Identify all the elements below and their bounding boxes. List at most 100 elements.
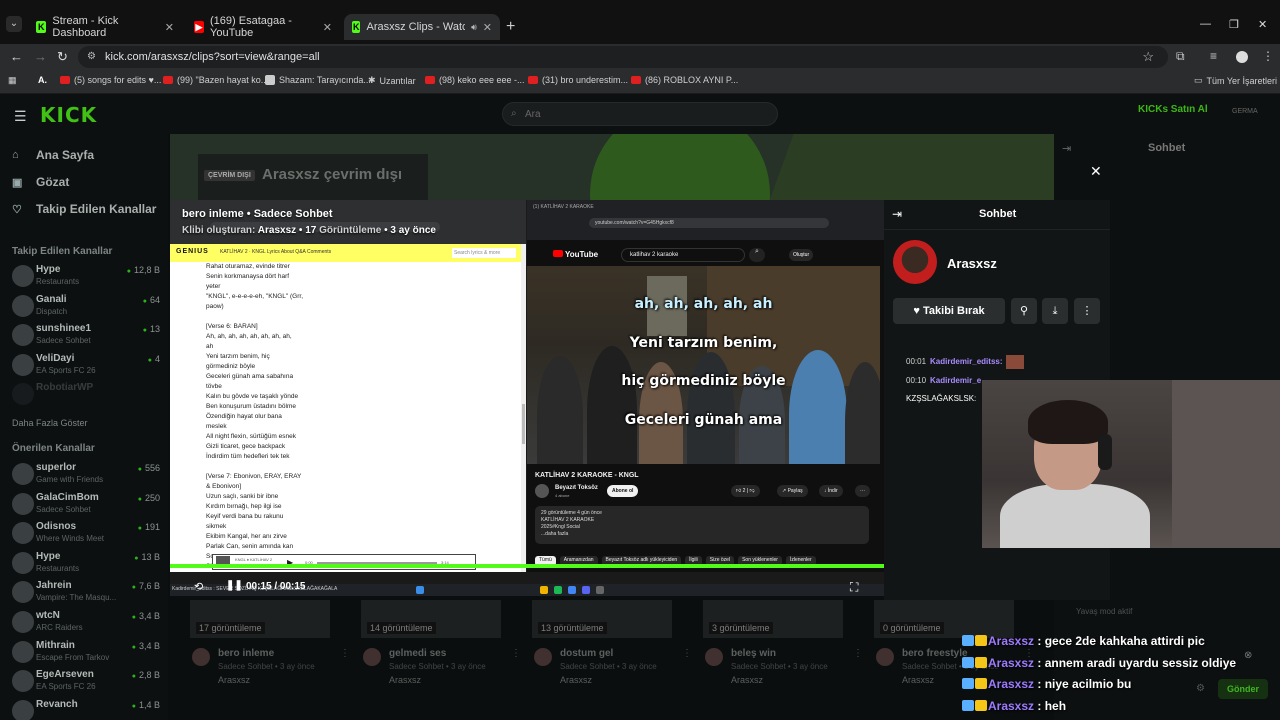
new-tab-button[interactable]: +	[506, 18, 515, 36]
clip-title[interactable]: bero freestyle	[902, 648, 968, 659]
bookmark-star-icon[interactable]: ☆	[1142, 49, 1154, 65]
close-icon[interactable]: ✕	[323, 21, 332, 34]
chat-message: 00:10 Kadirdemir_e	[906, 376, 981, 385]
kicks-buy-button[interactable]: KICKs Satın Al	[1138, 104, 1208, 115]
back-icon[interactable]: ←	[10, 49, 23, 64]
speaker-icon[interactable]: 🔊︎	[471, 22, 477, 33]
show-more-link[interactable]: Daha Fazla Göster	[12, 418, 88, 428]
tab-arasxsz-clips[interactable]: K Arasxsz Clips - Watch Live o 🔊︎ ✕	[344, 14, 500, 40]
sidebar-channel[interactable]: superlor Game with Friends 556	[12, 460, 162, 488]
avatar[interactable]	[705, 648, 723, 666]
address-bar[interactable]: ⚙ kick.com/arasxsz/clips?sort=view&range…	[78, 46, 1168, 68]
collapse-chat-icon[interactable]: ⇥	[1062, 142, 1071, 155]
sidebar-channel[interactable]: Hype Restaurants 12,8 B	[12, 262, 162, 290]
viewer-count: 13	[143, 324, 160, 334]
apps-grid-icon[interactable]: ▦	[8, 75, 17, 86]
yt-channel-row: Beyazıt Toksöz 4 abone Abone ol 👍︎ 2 | 👎…	[535, 484, 880, 500]
minimize-icon[interactable]: —	[1200, 18, 1211, 30]
sidebar-channel[interactable]: JahreinVampire: The Masqu... 7,6 B	[12, 578, 162, 606]
reload-icon[interactable]: ↻	[57, 49, 68, 65]
all-bookmarks[interactable]: ▭ Tüm Yer İşaretleri	[1194, 75, 1277, 86]
profile-avatar[interactable]	[1236, 51, 1248, 63]
bookmark-item[interactable]: (31) bro underestim...	[528, 75, 628, 85]
bookmark-item[interactable]: (5) songs for edits ♥...	[60, 75, 161, 85]
clip-card[interactable]: 14 görüntüleme gelmedi ses Sadece Sohbet •…	[341, 600, 521, 720]
replay-icon[interactable]: ⟲	[194, 580, 203, 593]
menu-kebab-icon[interactable]: ⋮	[1262, 49, 1274, 63]
sidebar-channel[interactable]: Revanch 1,4 B	[12, 697, 162, 720]
sidebar-channel[interactable]: HypeRestaurants 13 B	[12, 549, 162, 577]
yt-description: 29 görüntüleme 4 gün önce KATLİHAV 2 KAR…	[535, 506, 869, 544]
message-user[interactable]: Arasxsz	[988, 677, 1034, 691]
channel-name[interactable]: Arasxsz	[947, 256, 997, 271]
search-input[interactable]: ⌕ Ara	[502, 102, 778, 126]
bookmark-item[interactable]: (98) keko eee eee -...	[425, 75, 525, 85]
window-close-icon[interactable]: ✕	[1258, 18, 1267, 31]
avatar[interactable]	[363, 648, 381, 666]
restore-icon[interactable]: ❐	[1229, 18, 1239, 31]
site-info-icon[interactable]: ⚙	[87, 51, 96, 62]
extensions-icon[interactable]: ⧉	[1176, 49, 1185, 64]
clip-card[interactable]: 17 görüntüleme bero inleme Sadece Sohbet •…	[170, 600, 350, 720]
tab-search-icon[interactable]: ⌄	[6, 16, 22, 32]
sidebar-channel[interactable]: VeliDayiEA Sports FC 26 4	[12, 351, 162, 379]
sidebar-channel[interactable]: EgeArsevenEA Sports FC 26 2,8 B	[12, 667, 162, 695]
clip-owner[interactable]: Arasxsz	[560, 675, 592, 685]
sidebar-channel[interactable]: MithrainEscape From Tarkov 3,4 B	[12, 638, 162, 666]
clip-title[interactable]: beleş win	[731, 648, 776, 659]
bookmark-a[interactable]: A.	[38, 75, 47, 85]
message-user[interactable]: Kadirdemir_editss:	[930, 357, 1002, 366]
verified-badge-icon	[962, 656, 974, 668]
avatar[interactable]	[192, 648, 210, 666]
viewer-count: 191	[138, 522, 160, 532]
kick-logo[interactable]: KICK	[40, 103, 97, 127]
avatar[interactable]	[893, 240, 937, 284]
media-controls-icon[interactable]: ≡	[1210, 49, 1217, 63]
sidebar-channel[interactable]: OdisnosWhere Winds Meet 191	[12, 519, 162, 547]
avatar[interactable]	[534, 648, 552, 666]
unfollow-button[interactable]: ♥ Takibi Bırak	[893, 298, 1005, 324]
clip-owner[interactable]: Arasxsz	[389, 675, 421, 685]
bookmark-item[interactable]: ✱ Uzantılar	[368, 75, 416, 86]
forward-icon[interactable]: →	[34, 49, 47, 64]
share-icon[interactable]: ⚲	[1011, 298, 1037, 324]
clip-owner[interactable]: Arasxsz	[731, 675, 763, 685]
sidebar-channel[interactable]: GalaCimBomSadece Sohbet 250	[12, 490, 162, 518]
close-icon[interactable]: ✕	[165, 21, 174, 34]
clip-title[interactable]: bero inleme	[218, 648, 274, 659]
clip-title[interactable]: dostum gel	[560, 648, 613, 659]
sidebar-channel[interactable]: sunshinee1Sadece Sohbet 13	[12, 321, 162, 349]
kicks-extra[interactable]: GERMA	[1232, 108, 1258, 115]
message-user[interactable]: Arasxsz	[988, 699, 1034, 713]
pause-icon[interactable]: ❚❚	[226, 580, 243, 591]
close-icon[interactable]: ✕	[1090, 163, 1102, 180]
tab-kick-dashboard[interactable]: K Stream - Kick Dashboard ✕	[28, 14, 182, 40]
clip-video-player[interactable]: GENIUS KATLİHAV 2 · KNGL Lyrics About Q&…	[170, 200, 884, 596]
bookmark-item[interactable]: Shazam: Tarayıcında...	[265, 75, 371, 85]
more-icon[interactable]: ⋮	[1074, 298, 1100, 324]
close-icon[interactable]: ✕	[483, 21, 492, 34]
nav-following[interactable]: ♡ Takip Edilen Kanallar	[12, 202, 156, 216]
fullscreen-icon[interactable]: ⛶	[850, 580, 858, 595]
message-user[interactable]: Arasxsz	[988, 656, 1034, 670]
creator-name[interactable]: Arasxsz	[258, 225, 296, 236]
nav-browse[interactable]: ▣ Gözat	[12, 175, 69, 189]
nav-home[interactable]: ⌂ Ana Sayfa	[12, 148, 94, 162]
sidebar-channel[interactable]: RobotiarWP	[12, 380, 162, 408]
message-user[interactable]: Kadirdemir_e	[930, 376, 981, 385]
tab-youtube[interactable]: ▶ (169) Esatagaa - YouTube ✕	[186, 14, 340, 40]
clip-owner[interactable]: Arasxsz	[218, 675, 250, 685]
clip-owner[interactable]: Arasxsz	[902, 675, 934, 685]
sidebar-channel[interactable]: wtcN ARC Raiders 3,4 B	[12, 608, 162, 636]
clip-card[interactable]: 13 görüntüleme dostum gel Sadece Sohbet • …	[512, 600, 692, 720]
bookmark-item[interactable]: (86) ROBLOX AYNI P...	[631, 75, 738, 85]
bookmark-item[interactable]: (99) "Bazen hayat ko...	[163, 75, 268, 85]
avatar[interactable]	[876, 648, 894, 666]
collapse-icon[interactable]: ⇥	[892, 207, 902, 221]
download-icon[interactable]: ⤓	[1042, 298, 1068, 324]
clip-title[interactable]: gelmedi ses	[389, 648, 446, 659]
sidebar-channel[interactable]: GanaliDispatch 64	[12, 292, 162, 320]
message-user[interactable]: Arasxsz	[988, 634, 1034, 648]
clip-card[interactable]: 3 görüntüleme beleş win Sadece Sohbet • 3 …	[683, 600, 863, 720]
hamburger-icon[interactable]: ☰	[14, 108, 27, 125]
